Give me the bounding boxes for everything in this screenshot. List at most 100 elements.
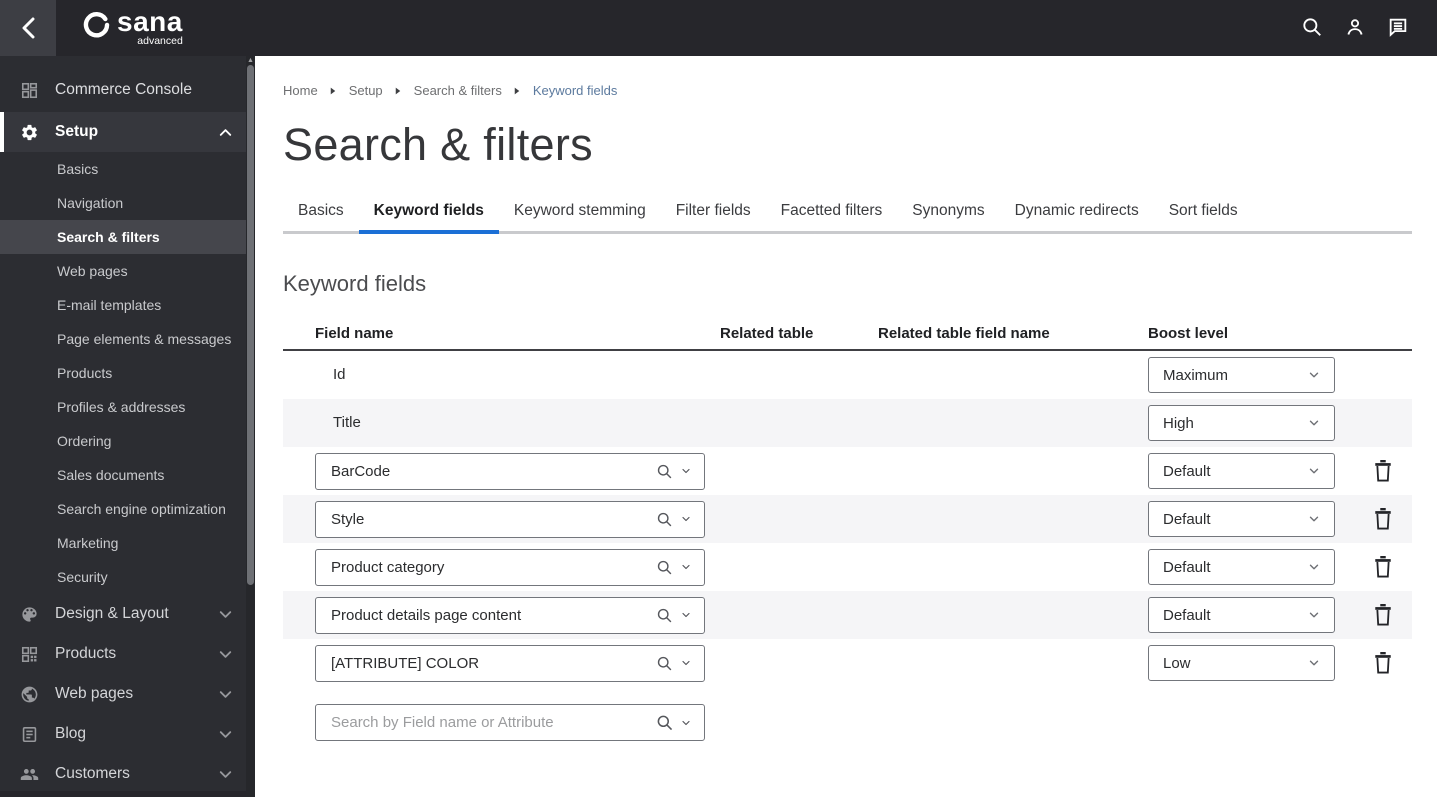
feedback-button[interactable] — [1387, 16, 1411, 40]
breadcrumb-item-search-filters[interactable]: Search & filters — [414, 83, 502, 98]
sidebar-item-customers[interactable]: Customers — [0, 754, 255, 794]
actions-cell — [1362, 458, 1412, 485]
chevron-down-icon — [215, 724, 235, 744]
search-button[interactable] — [1301, 16, 1325, 40]
tab-filter-fields[interactable]: Filter fields — [661, 202, 766, 231]
sidebar-item-design-layout[interactable]: Design & Layout — [0, 594, 255, 634]
boost-level-select[interactable]: Low — [1148, 645, 1335, 681]
products-grid-icon — [19, 644, 39, 664]
boost-level-select[interactable]: Default — [1148, 549, 1335, 585]
sidebar-item-search-filters[interactable]: Search & filters — [0, 220, 255, 254]
breadcrumb-item-home[interactable]: Home — [283, 83, 318, 98]
sidebar-item-setup[interactable]: Setup — [0, 112, 255, 152]
sidebar-item-basics[interactable]: Basics — [0, 152, 255, 186]
boost-level-select[interactable]: Default — [1148, 501, 1335, 537]
sidebar-item-security[interactable]: Security — [0, 560, 255, 594]
sidebar-item-web-pages[interactable]: Web pages — [0, 254, 255, 288]
chevron-down-icon[interactable] — [680, 717, 692, 729]
sidebar-item-profiles-addresses[interactable]: Profiles & addresses — [0, 390, 255, 424]
field-name-input[interactable] — [316, 511, 655, 528]
field-name-cell: Title — [283, 414, 720, 432]
field-name-label: Id — [283, 366, 346, 383]
delete-field-button[interactable] — [1371, 602, 1395, 629]
table-row: Default — [283, 495, 1412, 543]
field-name-combobox — [315, 549, 705, 586]
section-heading: Keyword fields — [283, 271, 1437, 297]
boost-level-value: High — [1163, 415, 1194, 432]
search-icon — [655, 654, 673, 672]
chevron-down-icon[interactable] — [680, 609, 692, 621]
tab-sort-fields[interactable]: Sort fields — [1154, 202, 1253, 231]
tab-keyword-fields[interactable]: Keyword fields — [359, 202, 499, 231]
field-name-input[interactable] — [316, 463, 655, 480]
table-row: Id Maximum — [283, 351, 1412, 399]
sidebar-scrollbar[interactable]: ▲ — [246, 56, 255, 797]
keyword-fields-table: Field nameRelated tableRelated table fie… — [283, 318, 1412, 741]
delete-field-button[interactable] — [1371, 506, 1395, 533]
boost-level-cell: Default — [1148, 549, 1362, 585]
sana-logo-icon — [83, 9, 110, 38]
table-header-row: Field nameRelated tableRelated table fie… — [283, 318, 1412, 351]
field-search-input[interactable] — [316, 714, 655, 731]
boost-level-value: Maximum — [1163, 367, 1228, 384]
sidebar-item-products[interactable]: Products — [0, 634, 255, 674]
field-name-input[interactable] — [316, 607, 655, 624]
chevron-down-icon[interactable] — [680, 465, 692, 477]
boost-level-select[interactable]: Default — [1148, 597, 1335, 633]
sidebar-item-commerce-console[interactable]: Commerce Console — [0, 68, 255, 112]
chevron-down-icon[interactable] — [680, 657, 692, 669]
trash-icon — [1373, 555, 1393, 579]
column-header: Field name — [283, 325, 720, 342]
boost-level-select[interactable]: High — [1148, 405, 1335, 441]
delete-field-button[interactable] — [1371, 554, 1395, 581]
sidebar-item-sales-documents[interactable]: Sales documents — [0, 458, 255, 492]
tab-keyword-stemming[interactable]: Keyword stemming — [499, 202, 661, 231]
tab-facetted-filters[interactable]: Facetted filters — [766, 202, 898, 231]
chevron-down-icon — [1307, 368, 1321, 382]
brand-name: sana — [117, 9, 183, 35]
sidebar-item-web-pages[interactable]: Web pages — [0, 674, 255, 714]
tab-synonyms[interactable]: Synonyms — [897, 202, 999, 231]
chevron-down-icon — [1307, 416, 1321, 430]
brand-subtitle: advanced — [137, 36, 183, 47]
boost-level-value: Default — [1163, 511, 1211, 528]
customers-icon — [19, 764, 39, 784]
tab-basics[interactable]: Basics — [283, 202, 359, 231]
account-button[interactable] — [1344, 16, 1368, 40]
boost-level-select[interactable]: Maximum — [1148, 357, 1335, 393]
sidebar-item-e-mail-templates[interactable]: E-mail templates — [0, 288, 255, 322]
sidebar-item-marketing[interactable]: Marketing — [0, 526, 255, 560]
delete-field-button[interactable] — [1371, 458, 1395, 485]
chevron-down-icon[interactable] — [680, 561, 692, 573]
chevron-down-icon[interactable] — [680, 513, 692, 525]
boost-level-select[interactable]: Default — [1148, 453, 1335, 489]
globe-icon — [19, 684, 39, 704]
field-name-cell — [283, 549, 720, 586]
sidebar-item-products[interactable]: Products — [0, 356, 255, 390]
sidebar-item-search-engine-optimization[interactable]: Search engine optimization — [0, 492, 255, 526]
chevron-down-icon — [215, 604, 235, 624]
field-name-input[interactable] — [316, 655, 655, 672]
table-row: Default — [283, 447, 1412, 495]
palette-icon — [19, 604, 39, 624]
sidebar-item-navigation[interactable]: Navigation — [0, 186, 255, 220]
feedback-icon — [1387, 16, 1409, 38]
back-button[interactable] — [0, 0, 56, 56]
breadcrumb-item-setup[interactable]: Setup — [349, 83, 383, 98]
scrollbar-up-arrow[interactable]: ▲ — [247, 57, 254, 64]
search-icon — [1301, 16, 1323, 38]
table-row: Default — [283, 543, 1412, 591]
add-field-row — [283, 704, 1412, 741]
breadcrumb-item-keyword-fields: Keyword fields — [533, 83, 618, 98]
sidebar-item-ordering[interactable]: Ordering — [0, 424, 255, 458]
delete-field-button[interactable] — [1371, 650, 1395, 677]
field-name-input[interactable] — [316, 559, 655, 576]
boost-level-value: Default — [1163, 463, 1211, 480]
sidebar-item-page-elements-messages[interactable]: Page elements & messages — [0, 322, 255, 356]
sidebar-item-label: Commerce Console — [55, 81, 192, 99]
field-name-label: Title — [283, 414, 361, 431]
sidebar-scrollbar-thumb[interactable] — [247, 65, 254, 585]
sidebar-item-blog[interactable]: Blog — [0, 714, 255, 754]
tab-dynamic-redirects[interactable]: Dynamic redirects — [1000, 202, 1154, 231]
dashboard-icon — [19, 80, 39, 100]
